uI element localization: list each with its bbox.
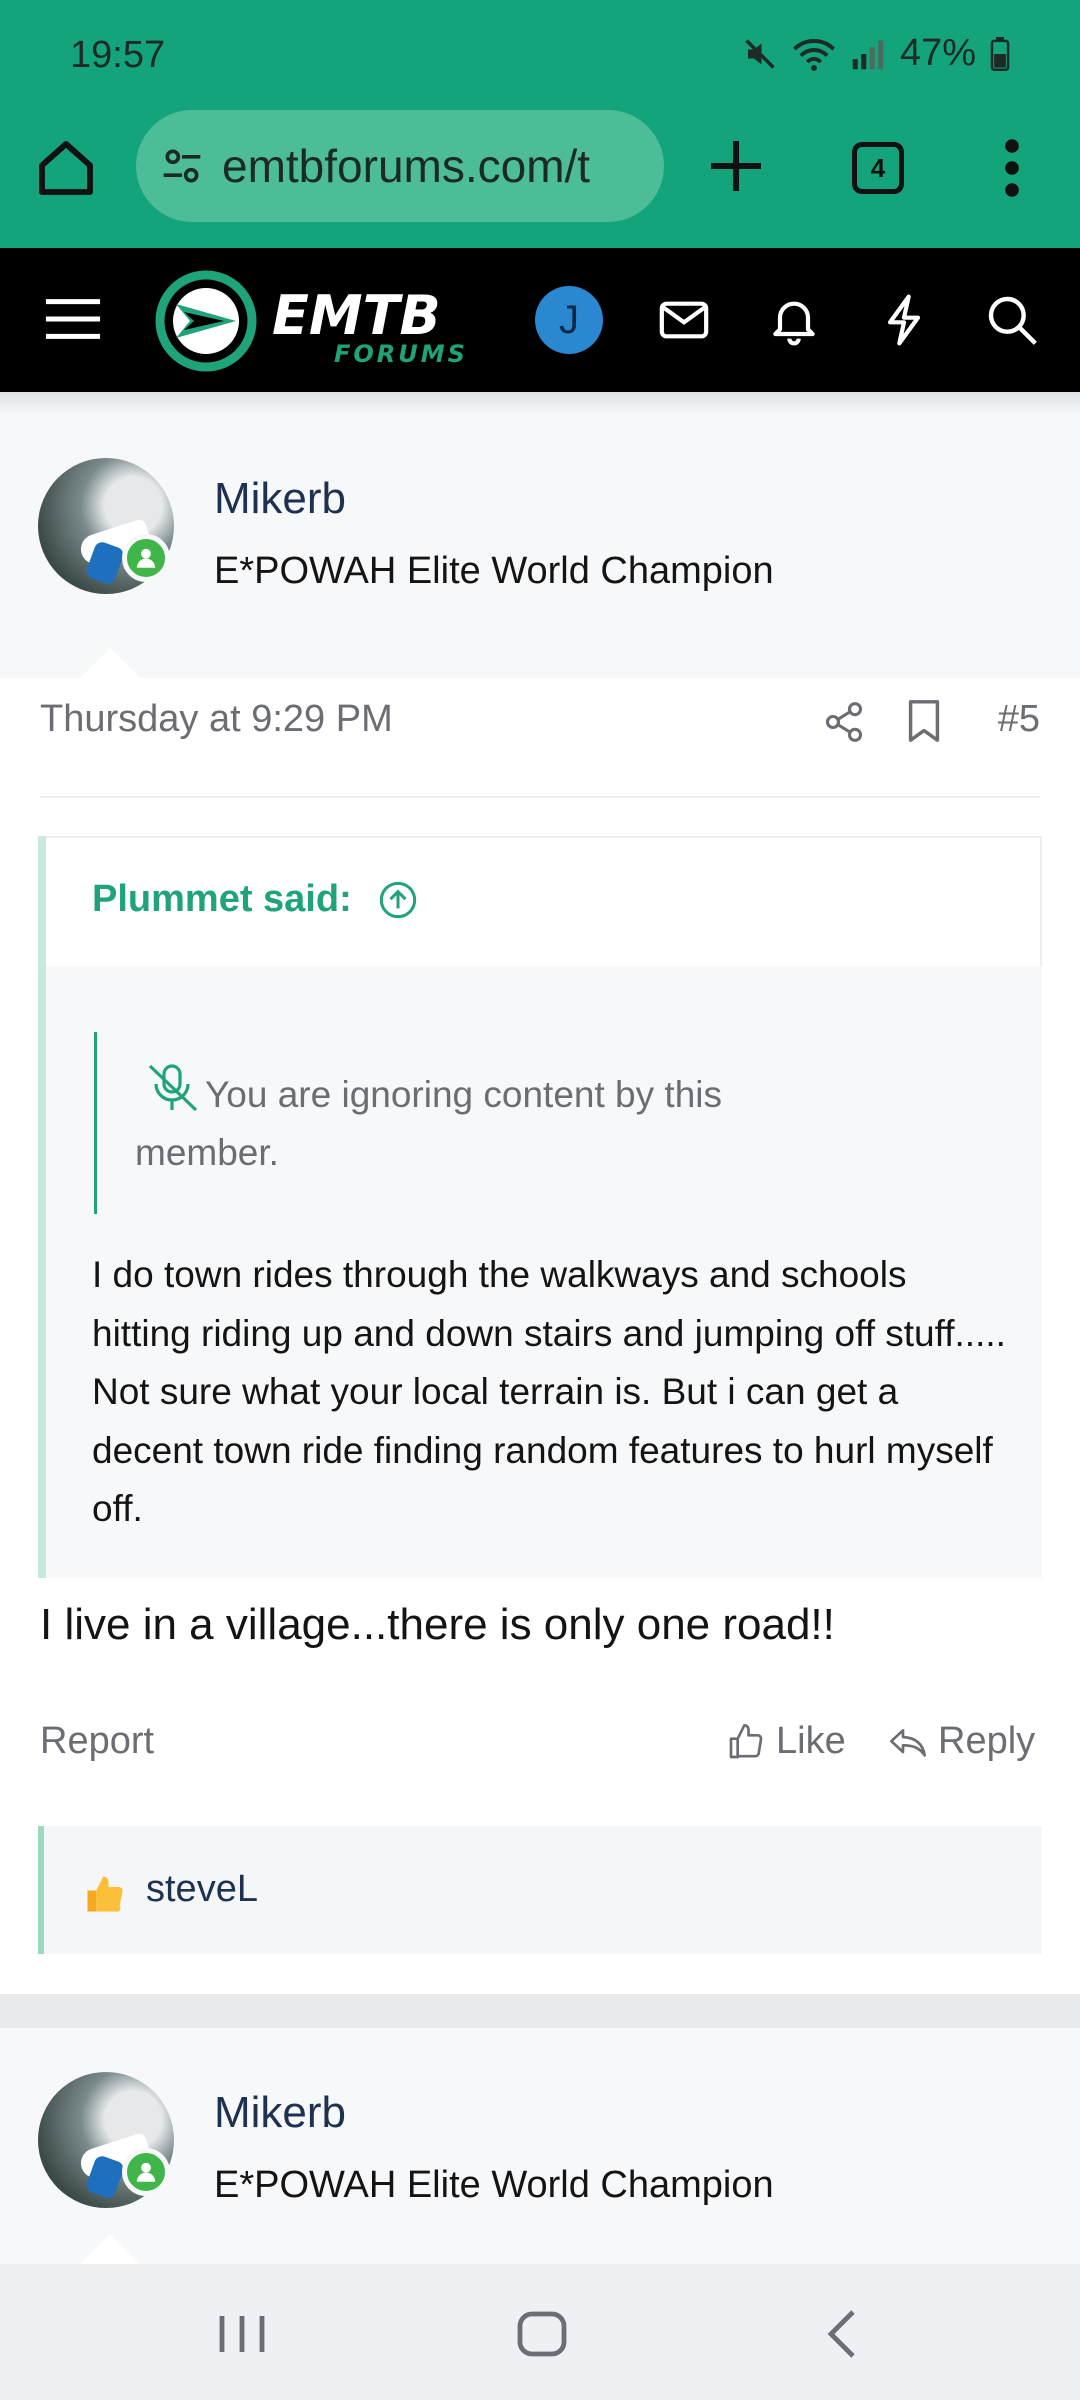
- user-title: E*POWAH Elite World Champion: [214, 550, 774, 592]
- user-title: E*POWAH Elite World Champion: [214, 2164, 774, 2206]
- ignored-text: You are ignoring content by this member.: [135, 1074, 722, 1173]
- username[interactable]: Mikerb: [214, 474, 346, 524]
- thumbs-up-icon: [729, 1723, 763, 1758]
- ignored-content-notice: You are ignoring content by this member.: [94, 1032, 974, 1214]
- arrow-up-circle-icon[interactable]: [378, 880, 418, 920]
- reaction-user[interactable]: steveL: [146, 1868, 258, 1911]
- site-header: EMTB FORUMS J: [0, 248, 1080, 392]
- whats-new-icon[interactable]: [876, 292, 932, 348]
- reactions-bar[interactable]: steveL: [38, 1826, 1042, 1954]
- mute-icon: [745, 38, 775, 69]
- post-meta: Thursday at 9:29 PM #5: [40, 690, 1040, 798]
- logo-text-sub: FORUMS: [334, 340, 468, 368]
- reply-button[interactable]: Reply: [888, 1720, 1035, 1763]
- like-button[interactable]: Like: [726, 1720, 846, 1763]
- browser-chrome: 19:57 47% emtbforums.com/t 4: [0, 0, 1080, 248]
- online-status-icon: [122, 534, 170, 582]
- home-nav-icon[interactable]: [514, 2308, 570, 2360]
- site-logo[interactable]: EMTB FORUMS: [154, 266, 504, 376]
- site-settings-icon[interactable]: [160, 144, 204, 188]
- recent-apps-icon[interactable]: [214, 2312, 270, 2356]
- battery-icon: [990, 36, 1010, 71]
- new-tab-icon[interactable]: [706, 136, 766, 196]
- like-label: Like: [776, 1720, 846, 1762]
- status-time: 19:57: [70, 34, 166, 76]
- post-user-block: Mikerb E*POWAH Elite World Champion: [0, 414, 1080, 678]
- menu-icon[interactable]: [44, 294, 102, 344]
- username[interactable]: Mikerb: [214, 2088, 346, 2138]
- bell-icon[interactable]: [766, 292, 822, 348]
- signal-icon: [852, 39, 884, 69]
- logo-text-main: EMTB: [272, 284, 441, 347]
- post-date[interactable]: Thursday at 9:29 PM: [40, 698, 393, 741]
- quote-block: Plummet said: You are ignoring content b…: [38, 836, 1042, 1578]
- battery-percent: 47%: [899, 32, 976, 74]
- address-bar-row: emtbforums.com/t 4: [0, 110, 1080, 225]
- system-nav-bar: [0, 2264, 1080, 2400]
- search-icon[interactable]: [984, 292, 1040, 348]
- more-options-icon[interactable]: [996, 138, 1028, 198]
- quote-author-link[interactable]: Plummet said:: [92, 878, 352, 921]
- post-number[interactable]: #5: [998, 698, 1040, 741]
- inbox-icon[interactable]: [656, 292, 712, 348]
- status-icons: 47%: [742, 32, 1010, 75]
- online-status-icon: [122, 2148, 170, 2196]
- tab-switcher-button[interactable]: 4: [852, 142, 904, 194]
- post-separator: [0, 1994, 1080, 2028]
- bookmark-icon[interactable]: [904, 698, 944, 744]
- wifi-icon: [792, 38, 835, 71]
- url-text: emtbforums.com/t: [222, 140, 591, 192]
- back-icon[interactable]: [822, 2308, 864, 2360]
- home-icon[interactable]: [34, 136, 98, 200]
- status-bar: 19:57 47%: [0, 0, 1080, 118]
- share-icon[interactable]: [822, 700, 866, 744]
- arrow-notch: [80, 648, 140, 678]
- account-avatar[interactable]: J: [535, 286, 603, 354]
- next-post-user-block: Mikerb E*POWAH Elite World Champion: [0, 2028, 1080, 2264]
- reply-label: Reply: [938, 1720, 1036, 1762]
- reply-icon: [890, 1728, 926, 1757]
- arrow-notch: [80, 2234, 140, 2264]
- post-body: I live in a village...there is only one …: [40, 1600, 835, 1649]
- quote-text: I do town rides through the walkways and…: [92, 1254, 1006, 1529]
- report-button[interactable]: Report: [40, 1720, 154, 1763]
- like-reaction-icon: [87, 1876, 123, 1912]
- url-bar[interactable]: emtbforums.com/t: [136, 110, 664, 222]
- quote-header: Plummet said:: [46, 836, 1042, 966]
